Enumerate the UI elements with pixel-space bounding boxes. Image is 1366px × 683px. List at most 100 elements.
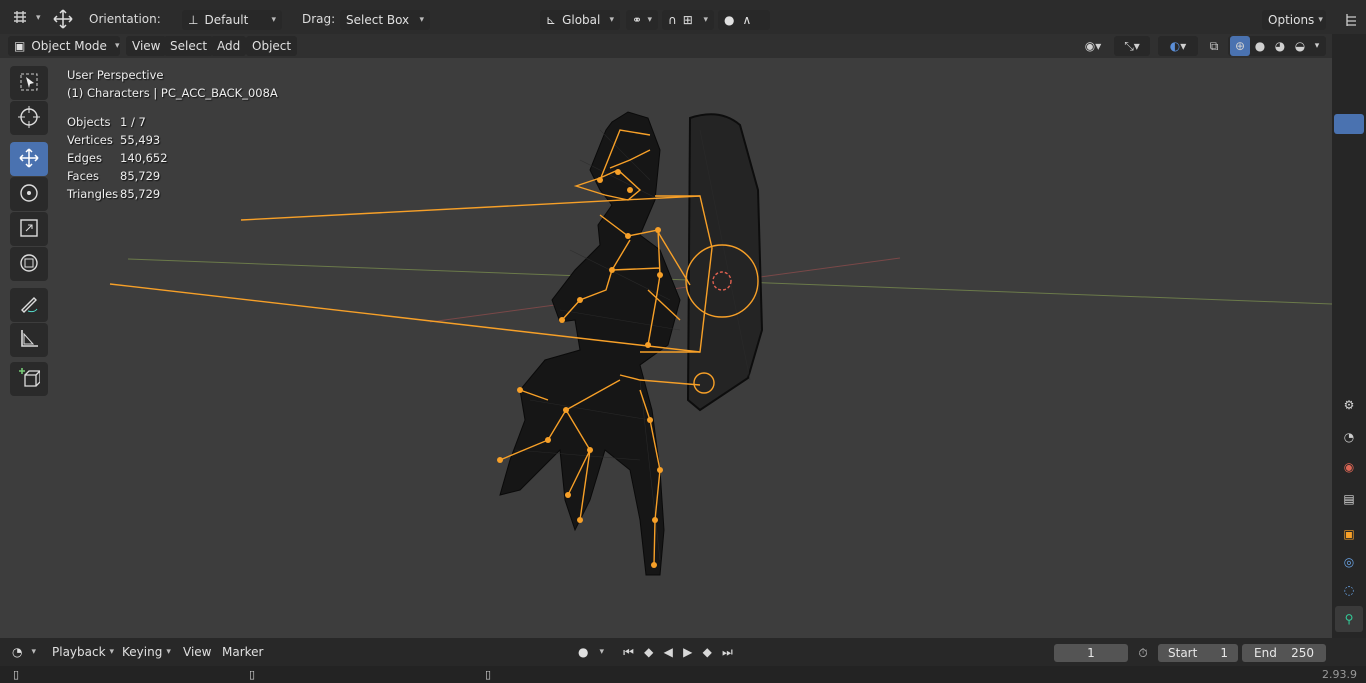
menu-playback[interactable]: Playback ▾ — [46, 642, 120, 662]
end-label: End — [1254, 646, 1277, 660]
menu-timeline-view[interactable]: View — [177, 642, 217, 662]
proportional-edit[interactable]: ● ∧ — [718, 10, 770, 30]
tool-add-cube[interactable] — [10, 362, 48, 396]
start-label: Start — [1168, 646, 1198, 660]
tab-scene[interactable]: ◔ — [1335, 424, 1363, 450]
tab-tool[interactable]: ⚙ — [1335, 392, 1363, 418]
tool-measure[interactable] — [10, 323, 48, 357]
tool-scale[interactable] — [10, 212, 48, 246]
3d-viewport[interactable]: User Perspective (1) Characters | PC_ACC… — [0, 58, 1332, 638]
toolbar — [8, 66, 50, 396]
orientation-dropdown[interactable]: ⊥ Default ▾ — [182, 10, 282, 30]
start-value: 1 — [1220, 646, 1228, 660]
tab-collection[interactable]: ▤ — [1335, 486, 1363, 512]
start-frame-field[interactable]: Start 1 — [1158, 644, 1238, 662]
object-mode-icon: ▣ — [14, 39, 26, 53]
tab-object[interactable]: ▣ — [1335, 521, 1363, 547]
version-label: 2.93.9 — [1322, 668, 1357, 681]
visibility-icon[interactable]: ◉▾ — [1078, 36, 1108, 56]
cursor-icon — [18, 105, 40, 131]
collection-icon: ▤ — [1343, 492, 1355, 506]
axis-icon: ⊾ — [546, 13, 557, 27]
menu-add[interactable]: Add — [211, 36, 247, 56]
rotate-icon — [18, 182, 40, 207]
annotate-icon — [18, 293, 40, 318]
stat-vertices-value: 55,493 — [120, 133, 161, 147]
pivot-dropdown[interactable]: ⚭ ▾ — [626, 10, 658, 30]
stat-faces-label: Faces — [67, 169, 99, 183]
play-reverse-icon[interactable]: ◀ — [664, 645, 673, 659]
scale-icon — [18, 217, 40, 242]
mouse-middle-icon: ▯ — [248, 667, 256, 681]
collapsed-panel-tab[interactable] — [1334, 114, 1364, 134]
measure-icon — [18, 328, 40, 353]
add-cube-icon — [18, 367, 41, 392]
tool-settings-icon: ⚙ — [1343, 398, 1355, 412]
playback-controls: ⏮ ◆ ◀ ▶ ◆ ⏭ — [618, 642, 738, 662]
orientation-icon: ⊥ — [188, 13, 199, 27]
move-icon — [18, 147, 40, 172]
solid-shading-icon[interactable]: ● — [1250, 36, 1270, 56]
menu-keying[interactable]: Keying ▾ — [116, 642, 177, 662]
tool-move[interactable] — [10, 142, 48, 176]
prev-keyframe-icon[interactable]: ◆ — [644, 645, 653, 659]
menu-marker[interactable]: Marker — [216, 642, 269, 662]
current-frame-value: 1 — [1087, 646, 1095, 660]
rendered-shading-icon[interactable]: ◒ — [1290, 36, 1310, 56]
timeline-editor-type[interactable]: ◔ ▾ — [6, 642, 42, 662]
orientation-label: Orientation: — [89, 12, 161, 26]
keying-label: Keying — [122, 645, 163, 659]
tool-cursor[interactable] — [10, 101, 48, 135]
editor-type-button[interactable]: ▾ — [6, 8, 42, 28]
play-icon[interactable]: ▶ — [683, 645, 692, 659]
shading-options-icon[interactable]: ▾ — [1310, 36, 1324, 56]
transform-icon — [18, 252, 40, 277]
mouse-right-icon: ▯ — [484, 667, 492, 681]
tab-object-data[interactable]: ⚲ — [1335, 606, 1363, 632]
menu-view[interactable]: View — [126, 36, 167, 56]
playback-label: Playback — [52, 645, 106, 659]
tool-transform[interactable] — [10, 247, 48, 281]
stat-edges-value: 140,652 — [120, 151, 168, 165]
editor-type-icon — [12, 9, 28, 28]
mode-dropdown[interactable]: ▣ Object Mode ▾ — [8, 36, 120, 56]
xray-icon[interactable]: ⧉ — [1204, 36, 1224, 56]
outliner-toggle-icon[interactable] — [1340, 10, 1364, 30]
jump-start-icon[interactable]: ⏮ — [623, 645, 634, 660]
options-dropdown[interactable]: Options ▾ — [1262, 10, 1326, 30]
pivot-icon: ⚭ — [632, 13, 643, 27]
end-frame-field[interactable]: End 250 — [1242, 644, 1326, 662]
tool-select-box[interactable] — [10, 66, 48, 100]
wireframe-shading-icon[interactable]: ⊕ — [1230, 36, 1250, 56]
menu-select[interactable]: Select — [164, 36, 214, 56]
snap-dropdown[interactable]: ∩ ⊞ ▾ — [662, 10, 714, 30]
mode-value: Object Mode — [31, 39, 107, 53]
shading-group: ⊕ ● ◕ ◒ ▾ — [1228, 36, 1326, 56]
falloff-icon: ∧ — [742, 13, 752, 27]
menu-object[interactable]: Object — [246, 36, 298, 56]
next-keyframe-icon[interactable]: ◆ — [703, 645, 712, 659]
stat-edges-label: Edges — [67, 151, 102, 165]
gizmo-icon[interactable]: ⤡▾ — [1114, 36, 1150, 56]
overlay-icon[interactable]: ◐ ▾ — [1158, 36, 1198, 56]
tab-modifiers[interactable]: ◎ — [1335, 549, 1363, 575]
stopwatch-icon[interactable]: ⏱ — [1134, 644, 1152, 662]
select-box-icon — [19, 72, 39, 95]
current-frame-field[interactable]: 1 — [1054, 644, 1128, 662]
move-gizmo-icon[interactable] — [50, 8, 76, 30]
drag-dropdown[interactable]: Select Box ▾ — [340, 10, 430, 30]
material-shading-icon[interactable]: ◕ — [1270, 36, 1290, 56]
magnet-icon: ∩ — [668, 13, 677, 27]
world-icon: ◉ — [1343, 460, 1355, 474]
tab-particles[interactable]: ◌ — [1335, 577, 1363, 603]
end-value: 250 — [1291, 646, 1314, 660]
active-context-label: (1) Characters | PC_ACC_BACK_008A — [67, 86, 278, 100]
auto-keying-toggle[interactable]: ● ▾ — [572, 642, 610, 662]
jump-end-icon[interactable]: ⏭ — [722, 645, 733, 660]
stat-vertices-label: Vertices — [67, 133, 113, 147]
tool-rotate[interactable] — [10, 177, 48, 211]
tab-world[interactable]: ◉ — [1335, 454, 1363, 480]
transform-orientation-dropdown[interactable]: ⊾ Global ▾ — [540, 10, 620, 30]
scene-icon: ◔ — [1343, 430, 1355, 444]
tool-annotate[interactable] — [10, 288, 48, 322]
